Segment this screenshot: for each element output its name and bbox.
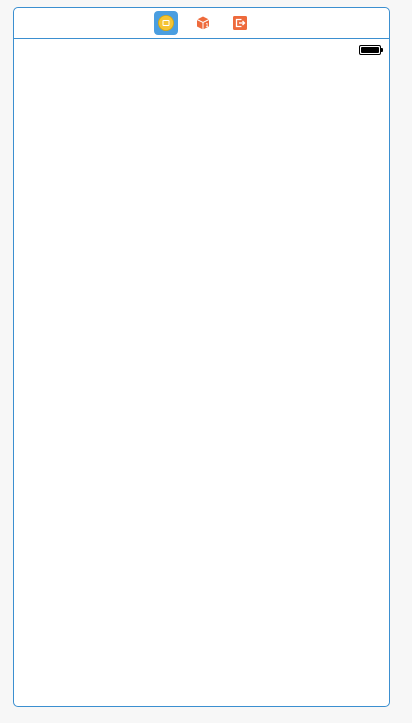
view-controller-dock-button[interactable] bbox=[154, 11, 178, 35]
battery-level bbox=[361, 47, 379, 53]
view-controller-icon bbox=[158, 15, 174, 31]
battery-icon bbox=[359, 45, 383, 55]
exit-dock-button[interactable] bbox=[228, 11, 252, 35]
battery-body bbox=[359, 45, 381, 55]
first-responder-icon: 1 bbox=[196, 16, 210, 30]
exit-icon bbox=[233, 16, 247, 30]
root-view[interactable] bbox=[14, 40, 389, 706]
first-responder-dock-button[interactable]: 1 bbox=[191, 11, 215, 35]
svg-text:1: 1 bbox=[206, 23, 209, 29]
scene-dock: 1 bbox=[14, 8, 389, 39]
battery-tip bbox=[381, 48, 383, 52]
storyboard-scene[interactable]: 1 bbox=[13, 7, 390, 707]
